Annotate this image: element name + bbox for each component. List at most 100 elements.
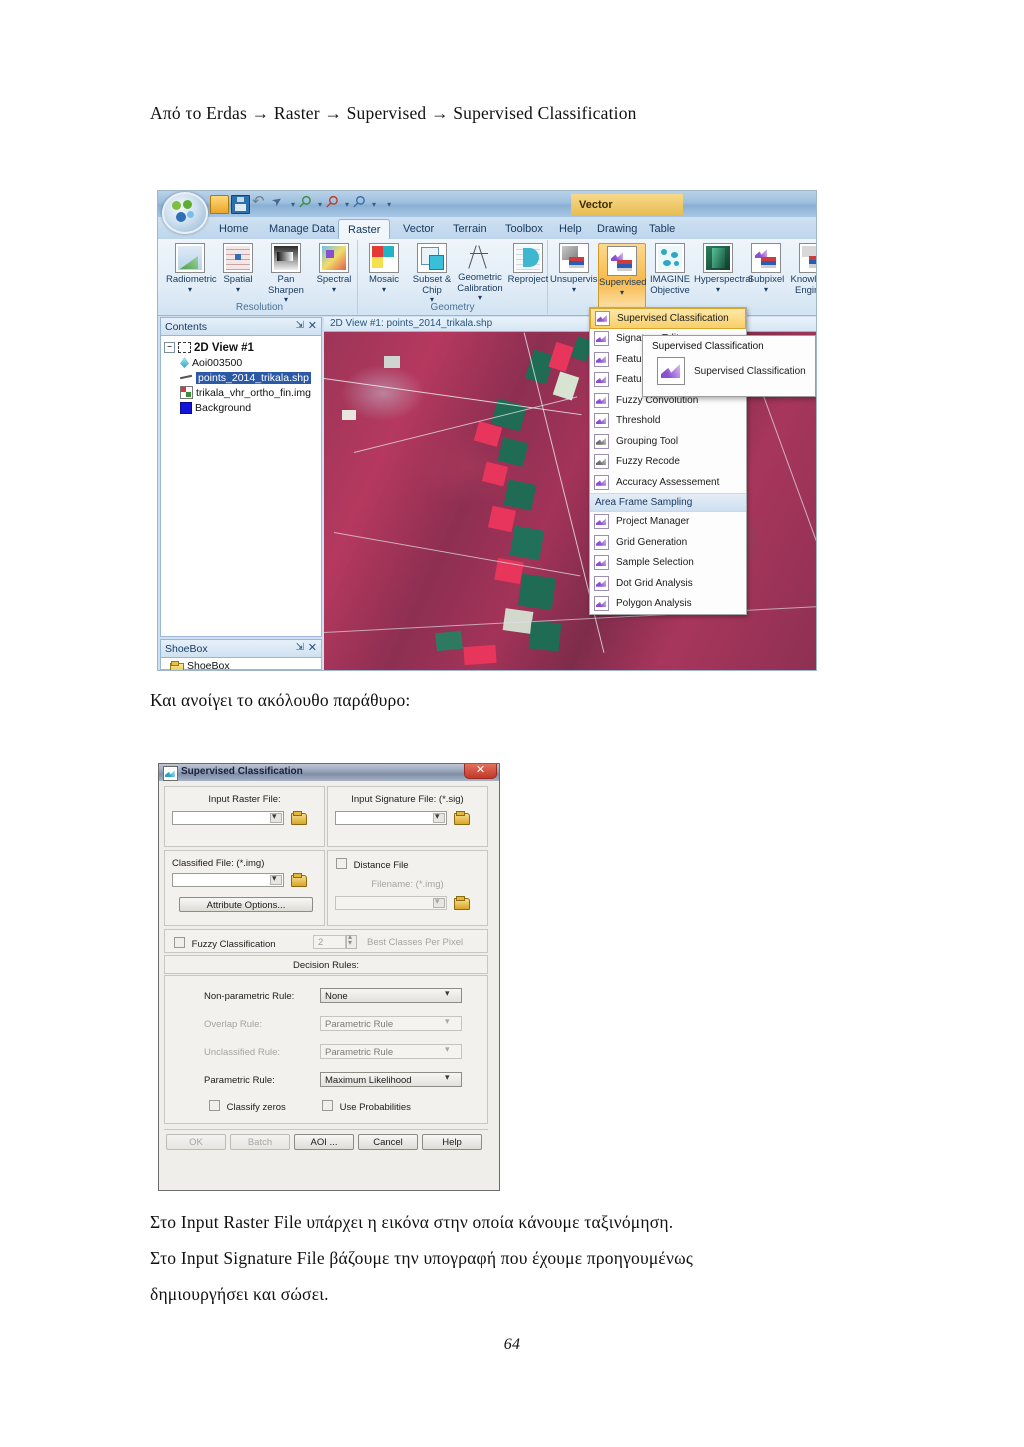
application-orb-icon[interactable] bbox=[162, 192, 208, 234]
best-classes-stepper[interactable]: 2 bbox=[313, 935, 346, 949]
tab-raster[interactable]: Raster bbox=[338, 219, 391, 239]
distance-filename-combo[interactable] bbox=[335, 896, 447, 910]
dialog-body: Input Raster File: Input Signature File:… bbox=[159, 781, 499, 1190]
spectral-caret-icon[interactable]: ▾ bbox=[310, 285, 358, 294]
menu-item-threshold[interactable]: Threshold bbox=[590, 411, 746, 432]
subpixel-caret-icon[interactable]: ▾ bbox=[742, 285, 790, 294]
tab-terrain[interactable]: Terrain bbox=[444, 219, 496, 239]
tab-manage-data[interactable]: Manage Data bbox=[260, 219, 344, 239]
menu-item-dot-grid-analysis[interactable]: Dot Grid Analysis bbox=[590, 573, 746, 594]
input-signature-combo[interactable] bbox=[335, 811, 447, 825]
menu-item-grid-generation[interactable]: Grid Generation bbox=[590, 532, 746, 553]
fuzzy-classification-checkbox-row[interactable]: Fuzzy Classification bbox=[174, 937, 276, 950]
shoebox-item[interactable]: ShoeBox bbox=[161, 658, 321, 670]
ribbon-button-geometric-calibration[interactable]: Geometric Calibration ▾ bbox=[456, 243, 504, 302]
ribbon-button-reproject[interactable]: Reproject bbox=[504, 243, 552, 286]
classify-zeros-checkbox-row[interactable]: Classify zeros bbox=[209, 1100, 286, 1113]
menu-item-project-manager[interactable]: Project Manager bbox=[590, 512, 746, 533]
ribbon-button-spectral[interactable]: Spectral ▾ bbox=[310, 243, 358, 294]
close-icon[interactable]: ✕ bbox=[308, 319, 317, 332]
menu-item-sample-selection[interactable]: Sample Selection bbox=[590, 553, 746, 574]
tab-home[interactable]: Home bbox=[210, 219, 257, 239]
zoom-green-icon[interactable] bbox=[298, 196, 315, 213]
zoom-red-icon[interactable] bbox=[325, 196, 342, 213]
chevron-down-icon[interactable] bbox=[444, 988, 458, 1002]
help-button[interactable]: Help bbox=[422, 1134, 482, 1150]
hyperspectral-caret-icon[interactable]: ▾ bbox=[694, 285, 742, 294]
distance-file-checkbox[interactable] bbox=[336, 858, 347, 869]
spatial-caret-icon[interactable]: ▾ bbox=[214, 285, 262, 294]
aoi-button[interactable]: AOI ... bbox=[294, 1134, 354, 1150]
chevron-down-icon[interactable] bbox=[433, 896, 445, 908]
fuzzy-classification-checkbox[interactable] bbox=[174, 937, 185, 948]
save-icon[interactable] bbox=[231, 194, 250, 214]
tab-drawing[interactable]: Drawing bbox=[588, 219, 646, 239]
ribbon-button-radiometric[interactable]: Radiometric ▾ bbox=[166, 243, 217, 294]
distance-file-checkbox-row[interactable]: Distance File bbox=[336, 858, 409, 871]
non-parametric-rule-combo[interactable]: None bbox=[320, 988, 462, 1003]
cancel-button[interactable]: Cancel bbox=[358, 1134, 418, 1150]
classified-file-combo[interactable] bbox=[172, 873, 284, 887]
classify-zeros-checkbox[interactable] bbox=[209, 1100, 220, 1111]
customize-qat-icon[interactable]: ▾ bbox=[379, 200, 392, 209]
parametric-rule-combo[interactable]: Maximum Likelihood bbox=[320, 1072, 462, 1087]
menu-item-supervised-classification[interactable]: Supervised Classification bbox=[590, 308, 746, 329]
supervised-caret-icon[interactable]: ▾ bbox=[599, 288, 645, 297]
ok-button[interactable]: OK bbox=[166, 1134, 226, 1150]
tab-help[interactable]: Help bbox=[550, 219, 591, 239]
mosaic-caret-icon[interactable]: ▾ bbox=[360, 285, 408, 294]
close-button[interactable]: ✕ bbox=[464, 764, 497, 779]
open-icon[interactable] bbox=[210, 194, 229, 214]
ribbon-button-subpixel[interactable]: Subpixel ▾ bbox=[742, 243, 790, 294]
menu-item-polygon-analysis[interactable]: Polygon Analysis bbox=[590, 594, 746, 615]
geometric-calibration-caret-icon[interactable]: ▾ bbox=[456, 294, 504, 302]
ribbon-button-spatial[interactable]: Spatial ▾ bbox=[214, 243, 262, 294]
ribbon-button-imagine-objective[interactable]: IMAGINE Objective bbox=[646, 243, 694, 296]
pin-icon[interactable]: ⇲ bbox=[296, 320, 304, 331]
tab-toolbox[interactable]: Toolbox bbox=[496, 219, 552, 239]
classified-file-browse-icon[interactable] bbox=[291, 873, 307, 887]
menu-item-grouping-tool[interactable]: Grouping Tool bbox=[590, 431, 746, 452]
ribbon-button-mosaic[interactable]: Mosaic ▾ bbox=[360, 243, 408, 294]
chevron-down-icon[interactable] bbox=[433, 811, 445, 823]
best-classes-spinner-icon[interactable] bbox=[346, 932, 357, 949]
ribbon-button-hyperspectral[interactable]: Hyperspectral ▾ bbox=[694, 243, 753, 294]
cursor-icon[interactable] bbox=[271, 196, 288, 213]
tab-table[interactable]: Table bbox=[640, 219, 684, 239]
input-raster-browse-icon[interactable] bbox=[291, 811, 307, 825]
input-signature-browse-icon[interactable] bbox=[454, 811, 470, 825]
tree-item-points-shp[interactable]: points_2014_trikala.shp bbox=[164, 370, 318, 385]
unsupervised-caret-icon[interactable]: ▾ bbox=[550, 285, 598, 294]
expand-collapse-icon[interactable]: − bbox=[164, 342, 175, 353]
ribbon-button-unsupervised[interactable]: Unsupervised ▾ bbox=[550, 243, 608, 294]
close-icon[interactable]: ✕ bbox=[308, 641, 317, 654]
menu-item-accuracy-assessement[interactable]: Accuracy Assessement bbox=[590, 472, 746, 493]
radiometric-caret-icon[interactable]: ▾ bbox=[166, 285, 214, 294]
batch-button[interactable]: Batch bbox=[230, 1134, 290, 1150]
tree-item-raster-img[interactable]: trikala_vhr_ortho_fin.img bbox=[164, 385, 318, 400]
zoom-blue-icon[interactable] bbox=[352, 196, 369, 213]
ribbon-button-subset-chip[interactable]: Subset & Chip ▾ bbox=[408, 243, 456, 304]
chevron-down-icon[interactable] bbox=[444, 1072, 458, 1086]
dialog-title-bar[interactable]: Supervised Classification ✕ bbox=[159, 764, 499, 781]
zoom-blue-caret[interactable]: ▾ bbox=[371, 200, 377, 209]
use-probabilities-checkbox-row[interactable]: Use Probabilities bbox=[322, 1100, 411, 1113]
feature-space-image-icon bbox=[594, 351, 609, 367]
ribbon-button-knowledge-engineer[interactable]: Knowledge Engineer bbox=[790, 243, 816, 296]
tree-item-background[interactable]: Background bbox=[164, 400, 318, 415]
contextual-tab-vector[interactable]: Vector bbox=[571, 194, 683, 215]
pin-icon[interactable]: ⇲ bbox=[296, 642, 304, 653]
chevron-down-icon[interactable] bbox=[270, 811, 282, 823]
chevron-down-icon[interactable] bbox=[270, 873, 282, 885]
ribbon-button-supervised[interactable]: Supervised ▾ bbox=[598, 243, 647, 313]
tab-vector[interactable]: Vector bbox=[394, 219, 443, 239]
menu-item-fuzzy-recode[interactable]: Fuzzy Recode bbox=[590, 452, 746, 473]
undo-icon[interactable] bbox=[252, 192, 269, 213]
use-probabilities-checkbox[interactable] bbox=[322, 1100, 333, 1111]
tree-item-aoi[interactable]: Aoi003500 bbox=[164, 355, 318, 370]
ribbon-button-pan-sharpen[interactable]: Pan Sharpen ▾ bbox=[262, 243, 310, 304]
distance-filename-browse-icon[interactable] bbox=[454, 896, 470, 910]
tree-root-2d-view[interactable]: − 2D View #1 bbox=[164, 340, 318, 355]
attribute-options-button[interactable]: Attribute Options... bbox=[179, 897, 313, 912]
input-raster-combo[interactable] bbox=[172, 811, 284, 825]
